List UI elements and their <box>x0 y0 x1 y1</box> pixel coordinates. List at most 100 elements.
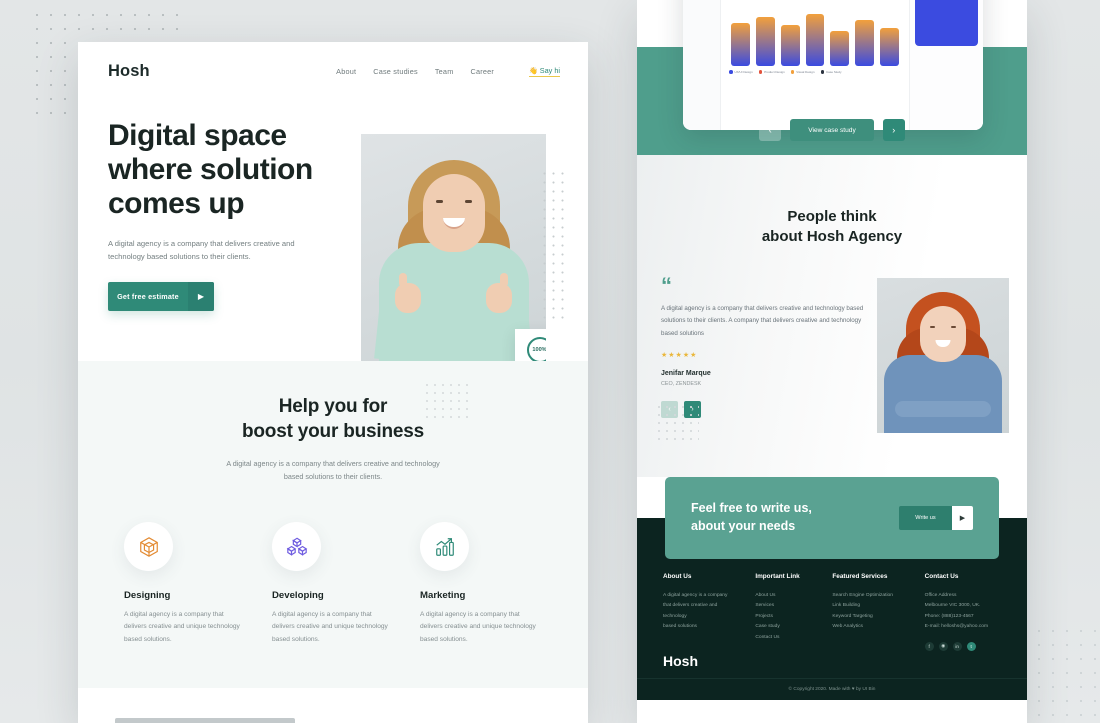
testimonials-section: People think about Hosh Agency “ A digit… <box>637 155 1027 477</box>
footer-link[interactable]: About Us <box>755 591 816 602</box>
service-card-text: A digital agency is a company that deliv… <box>124 611 240 643</box>
legend-item: Case Study <box>820 70 842 74</box>
quotation-mark-icon: “ <box>661 272 672 298</box>
footer-brand-logo[interactable]: Hosh <box>663 653 739 669</box>
footer-text: that delivers creative and technology <box>663 603 718 619</box>
nav-item-about[interactable]: About <box>336 67 356 76</box>
success-rate-badge: 100% Success rate <box>515 329 546 361</box>
footer-heading: Featured Services <box>832 572 888 580</box>
primary-navigation: About Case studies Team Career 👋 Say hi <box>336 66 560 77</box>
footer-text: based solutions <box>663 624 697 630</box>
service-card-text: A digital agency is a company that deliv… <box>420 611 536 643</box>
service-card-title: Developing <box>272 590 324 602</box>
dashboard-sidebar <box>683 0 721 130</box>
dashboard-preview-image: Your Courses View All Visual Design 8 Le… <box>683 0 983 130</box>
woman-thumbs-up-illustration <box>361 134 546 361</box>
service-card-text: A digital agency is a company that deliv… <box>272 611 388 643</box>
cta-line2: about your needs <box>691 518 796 533</box>
hero-image: 100% Success rate <box>361 134 546 361</box>
footer-column-about: About Us A digital agency is a company t… <box>663 573 739 669</box>
chevron-left-icon[interactable]: ‹ <box>759 119 782 141</box>
footer-link[interactable]: Web Analytics <box>832 622 908 633</box>
case-study-showcase: Your Courses View All Visual Design 8 Le… <box>637 0 1027 155</box>
dashboard-main: Your Courses View All Visual Design 8 Le… <box>721 0 909 130</box>
site-header: Hosh About Case studies Team Career 👋 Sa… <box>78 42 588 81</box>
services-subtitle: A digital agency is a company that deliv… <box>226 459 440 482</box>
services-title: Help you for boost your business <box>108 394 558 444</box>
services-title-line1: Help you for <box>278 396 388 418</box>
legend-item: UX/UI Design <box>729 70 753 74</box>
cta-line1: Feel free to write us, <box>691 501 812 515</box>
nav-item-team[interactable]: Team <box>435 67 454 76</box>
social-links: f ◉ in t <box>924 641 1001 651</box>
success-rate-value: 100% <box>526 336 546 361</box>
service-card-title: Designing <box>124 590 171 602</box>
nav-item-career[interactable]: Career <box>470 67 494 76</box>
say-hi-label: Say hi <box>539 66 560 75</box>
legend-item: Product Design <box>758 70 785 74</box>
say-hi-link[interactable]: 👋 Say hi <box>529 66 560 77</box>
write-us-label: Write us <box>915 514 936 521</box>
instagram-icon[interactable]: ◉ <box>938 641 948 651</box>
footer-text: Office Address <box>924 592 957 598</box>
footer-heading: Important Link <box>755 572 800 580</box>
twitter-icon[interactable]: t <box>966 641 976 651</box>
footer-columns: About Us A digital agency is a company t… <box>663 573 1001 669</box>
footer-link[interactable]: Keyword Targeting <box>832 612 908 623</box>
hero-title: Digital space where solution comes up <box>108 119 313 220</box>
dot-pattern-testimonial <box>655 402 699 443</box>
footer-column-important-link: Important Link About Us Services Project… <box>755 573 816 669</box>
service-card-designing[interactable]: Designing A digital agency is a company … <box>124 522 246 646</box>
dot-pattern-bottom-right <box>1018 624 1096 716</box>
hero-subtitle: A digital agency is a company that deliv… <box>108 238 295 261</box>
achievement-illustration <box>915 0 978 46</box>
service-card-marketing[interactable]: Marketing A digital agency is a company … <box>420 522 542 646</box>
legend-item: Visual Design <box>790 70 815 74</box>
copyright-text: © Copyright 2020. Made with ♥ by UI Bin <box>788 686 876 692</box>
footer-link[interactable]: Projects <box>755 612 816 623</box>
testimonials-title: People think about Hosh Agency <box>637 207 1027 248</box>
footer-link[interactable]: Services <box>755 601 816 612</box>
copyright-bar: © Copyright 2020. Made with ♥ by UI Bin <box>637 677 1027 700</box>
footer-heading: Contact Us <box>924 572 959 580</box>
write-us-button[interactable]: Write us ▶ <box>899 505 973 530</box>
testimonials-title-line1: People think <box>787 208 877 225</box>
footer-column-featured-services: Featured Services Search Engine Optimiza… <box>832 573 908 669</box>
services-title-line2: boost your business <box>241 421 424 443</box>
play-arrow-icon: ▶ <box>188 282 214 312</box>
hero-section: Digital space where solution comes up A … <box>78 81 588 419</box>
footer-link[interactable]: Search Engine Optimization <box>832 591 908 602</box>
service-card-developing[interactable]: Developing A digital agency is a company… <box>272 522 394 646</box>
footer-text: A digital agency is a company <box>663 592 728 598</box>
screenshot-canvas: Hosh About Case studies Team Career 👋 Sa… <box>0 0 1100 723</box>
service-card-title: Marketing <box>420 590 466 602</box>
footer-link[interactable]: Link Building <box>832 601 908 612</box>
service-card-list: Designing A digital agency is a company … <box>108 522 558 646</box>
footer-link[interactable]: Case study <box>755 622 816 633</box>
dashboard-right-rail: Upcoming Achievement <box>909 0 983 130</box>
dot-pattern-hero-right <box>540 169 566 319</box>
case-study-controls: ‹ View case study › <box>637 119 1027 141</box>
view-case-study-button[interactable]: View case study <box>790 119 874 141</box>
get-free-estimate-button[interactable]: Get free estimate ▶ <box>108 282 214 312</box>
dot-pattern-hero-left <box>423 381 471 419</box>
nav-item-case-studies[interactable]: Case studies <box>373 67 418 76</box>
landing-page-left-mockup: Hosh About Case studies Team Career 👋 Sa… <box>78 42 588 723</box>
course-overview-chart <box>729 0 901 66</box>
footer-text: E-mail: helloshs@yahoo.com <box>924 624 989 630</box>
play-arrow-icon: ▶ <box>952 505 973 530</box>
brand-logo[interactable]: Hosh <box>108 62 150 81</box>
testimonial-author: Jenifar Marque <box>661 370 711 378</box>
testimonial-role: CEO, ZENDESK <box>661 381 702 388</box>
facebook-icon[interactable]: f <box>924 641 934 651</box>
footer-text: Phone: (888)123-4567 <box>924 613 974 619</box>
footer-column-contact-us: Contact Us Office Address Melbourne VIC … <box>924 572 1001 669</box>
linkedin-icon[interactable]: in <box>952 641 962 651</box>
wave-hand-icon: 👋 <box>529 67 538 75</box>
footer-link[interactable]: Contact Us <box>755 633 816 644</box>
chevron-right-icon[interactable]: › <box>882 119 905 141</box>
testimonials-title-line2: about Hosh Agency <box>761 228 903 246</box>
testimonial-portrait <box>877 277 1009 433</box>
landing-page-right-mockup: Your Courses View All Visual Design 8 Le… <box>637 0 1027 723</box>
placeholder-block <box>115 717 295 723</box>
